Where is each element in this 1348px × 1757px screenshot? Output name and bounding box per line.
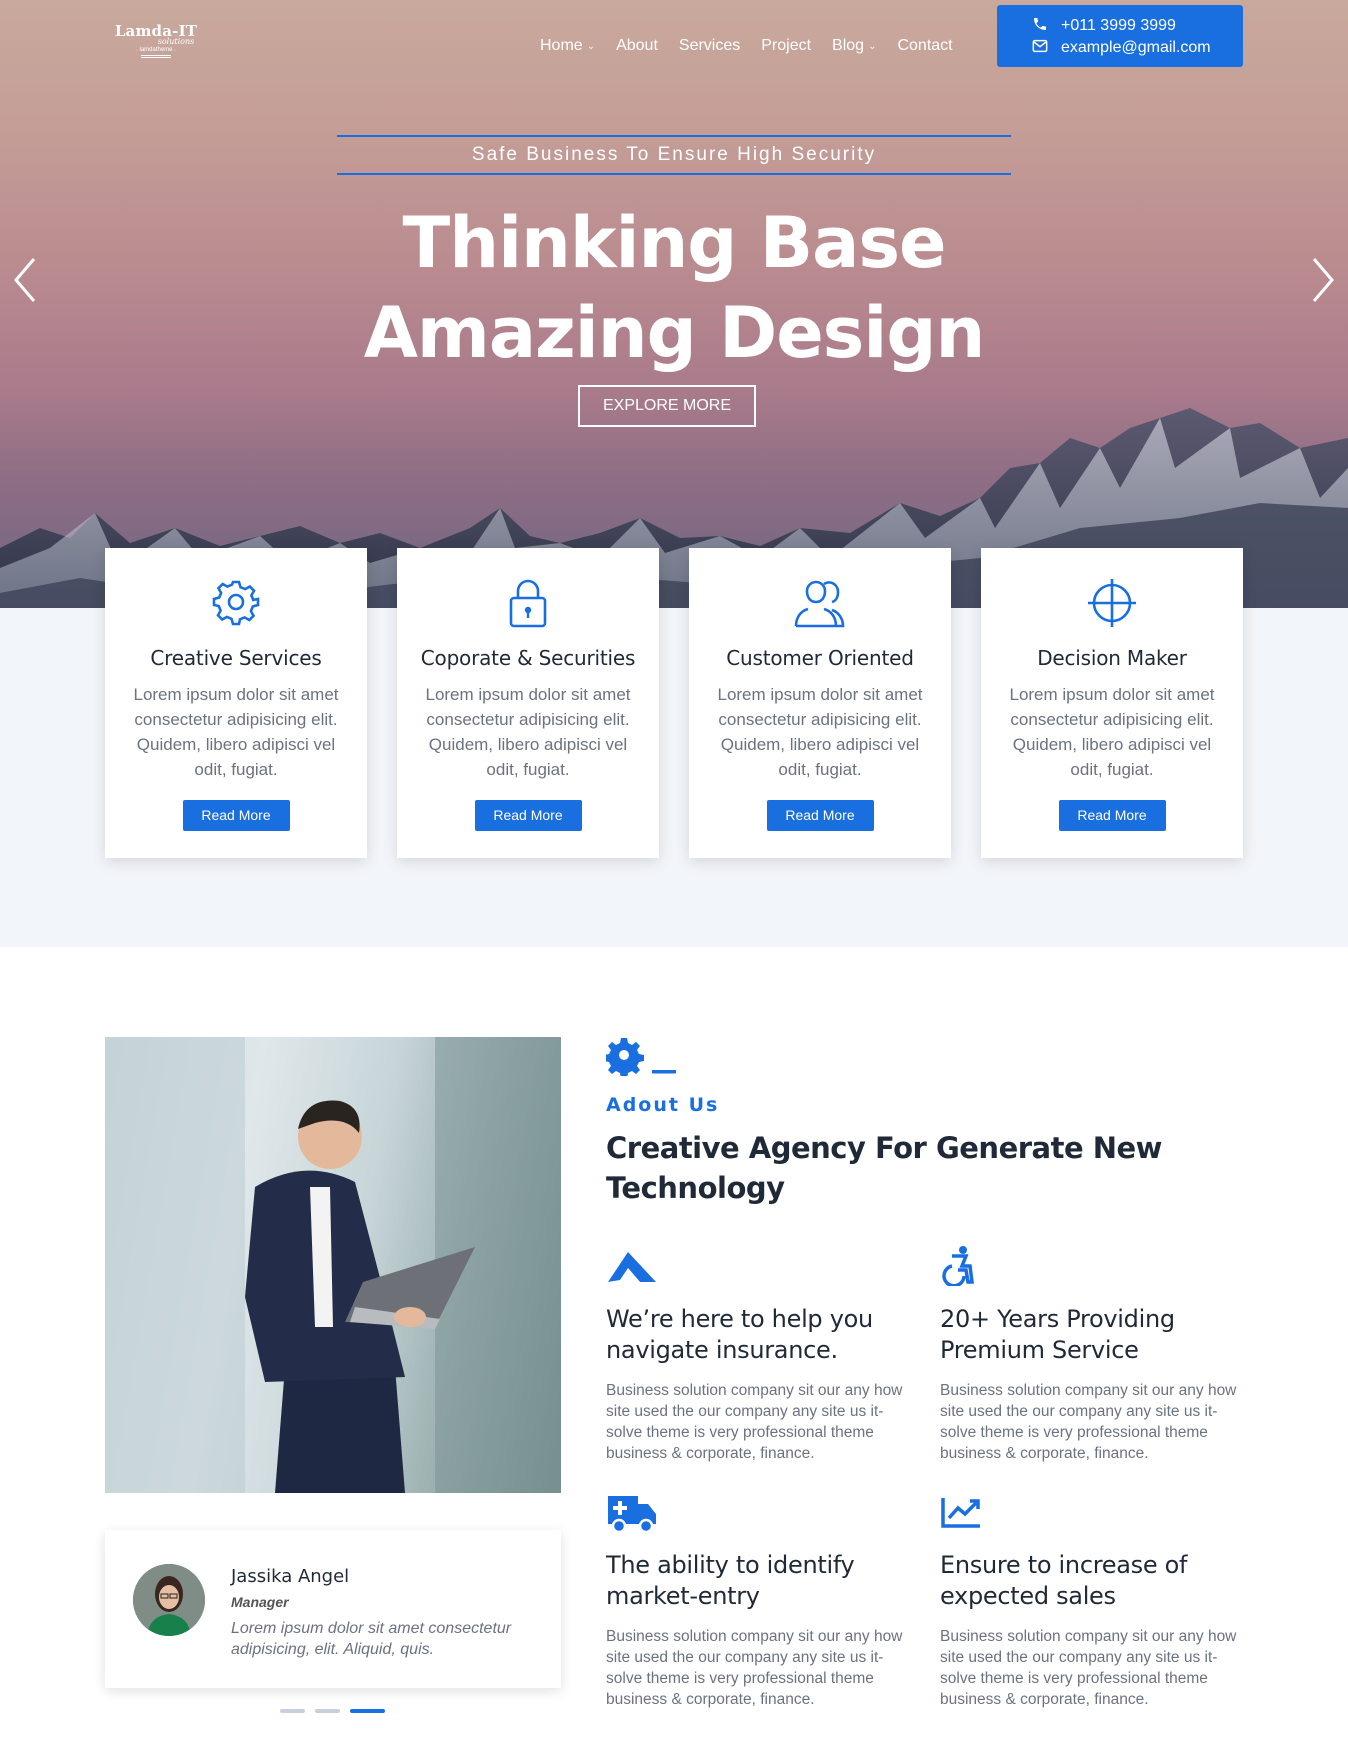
accessibility-icon (940, 1246, 1250, 1290)
hero-title-line1: Thinking Base (402, 202, 946, 284)
chevron-right-icon[interactable] (1308, 255, 1338, 305)
carousel-dot-active[interactable] (350, 1709, 385, 1713)
hero-section: Lamda-IT solutions . lamdatheme . Home ⌄ … (0, 0, 1348, 608)
service-text: Lorem ipsum dolor sit amet consectetur a… (1009, 685, 1215, 779)
explore-more-button[interactable]: EXPLORE MORE (578, 385, 756, 427)
service-title: Decision Maker (1037, 646, 1187, 670)
phone-icon (1031, 16, 1049, 37)
feature-title: Ensure to increase of expected sales (940, 1551, 1188, 1610)
about-feature: 20+ Years Providing Premium Service Busi… (940, 1246, 1250, 1464)
carousel-dot[interactable] (315, 1709, 340, 1713)
main-nav: Home ⌄ About Services Project Blog ⌄ Conta… (540, 37, 974, 55)
feature-title: 20+ Years Providing Premium Service (940, 1305, 1175, 1364)
nav-contact[interactable]: Contact (897, 37, 952, 55)
read-more-button[interactable]: Read More (182, 800, 290, 831)
feature-text: Business solution company sit our any ho… (606, 1628, 903, 1708)
service-card: Decision Maker Lorem ipsum dolor sit ame… (981, 548, 1243, 858)
feature-text: Business solution company sit our any ho… (606, 1382, 903, 1462)
nav-project[interactable]: Project (761, 37, 811, 55)
testimonial-name: Jassika Angel (231, 1566, 350, 1587)
nav-blog[interactable]: Blog ⌄ (832, 37, 876, 55)
service-card: Customer Oriented Lorem ipsum dolor sit … (689, 548, 951, 858)
nav-services[interactable]: Services (679, 37, 740, 55)
hero-title-line2: Amazing Design (363, 292, 986, 374)
service-title: Customer Oriented (726, 646, 914, 670)
testimonial-role: Manager (231, 1594, 289, 1610)
about-kicker: Adout Us (606, 1094, 720, 1116)
feature-text: Business solution company sit our any ho… (940, 1382, 1237, 1462)
feature-title: The ability to identify market-entry (606, 1551, 855, 1610)
about-feature: The ability to identify market-entry Bus… (606, 1492, 916, 1710)
contact-box: +011 3999 3999 example@gmail.com (997, 5, 1243, 67)
service-text: Lorem ipsum dolor sit amet consectetur a… (717, 685, 923, 779)
read-more-button[interactable]: Read More (474, 800, 582, 831)
nav-about[interactable]: About (616, 37, 658, 55)
hero-tagline: Safe Business To Ensure High Security (471, 144, 877, 165)
gear-icon (105, 576, 367, 630)
feature-title: We’re here to help you navigate insuranc… (606, 1305, 873, 1364)
avatar (133, 1564, 205, 1636)
service-card: Coporate & Securities Lorem ipsum dolor … (397, 548, 659, 858)
gear-icon (604, 1036, 678, 1081)
service-card: Creative Services Lorem ipsum dolor sit … (105, 548, 367, 858)
businessman-photo (105, 1037, 561, 1493)
carousel-dot[interactable] (280, 1709, 305, 1713)
service-title: Creative Services (150, 646, 322, 670)
testimonial-quote: Lorem ipsum dolor sit amet consectetur a… (231, 1620, 512, 1658)
paper-plane-icon (606, 1246, 916, 1290)
chevron-down-icon: ⌄ (586, 40, 596, 52)
contact-phone[interactable]: +011 3999 3999 (1031, 15, 1243, 37)
hero-tagline-frame: Safe Business To Ensure High Security (337, 135, 1011, 175)
lock-icon (397, 576, 659, 630)
brand-logo[interactable]: Lamda-IT solutions . lamdatheme . (106, 22, 206, 58)
contact-email[interactable]: example@gmail.com (1031, 37, 1243, 59)
service-text: Lorem ipsum dolor sit amet consectetur a… (425, 685, 631, 779)
service-text: Lorem ipsum dolor sit amet consectetur a… (133, 685, 339, 779)
about-title: Creative Agency For Generate New Technol… (606, 1131, 1162, 1205)
testimonial-card: Jassika Angel Manager Lorem ipsum dolor … (105, 1530, 561, 1688)
brand-tagline: . lamdatheme . (136, 47, 176, 53)
about-feature: We’re here to help you navigate insuranc… (606, 1246, 916, 1464)
feature-text: Business solution company sit our any ho… (940, 1628, 1237, 1708)
brand-lines-icon (141, 55, 171, 58)
read-more-button[interactable]: Read More (766, 800, 874, 831)
users-icon (689, 576, 951, 630)
chevron-down-icon: ⌄ (868, 40, 877, 52)
nav-home[interactable]: Home ⌄ (540, 37, 595, 55)
chevron-left-icon[interactable] (10, 255, 40, 305)
chart-line-icon (940, 1492, 1250, 1536)
carousel-dots (280, 1709, 385, 1713)
about-feature: Ensure to increase of expected sales Bus… (940, 1492, 1250, 1710)
service-title: Coporate & Securities (420, 646, 636, 670)
crosshair-icon (981, 576, 1243, 630)
envelope-icon (1031, 39, 1049, 58)
read-more-button[interactable]: Read More (1058, 800, 1166, 831)
ambulance-icon (606, 1492, 916, 1536)
